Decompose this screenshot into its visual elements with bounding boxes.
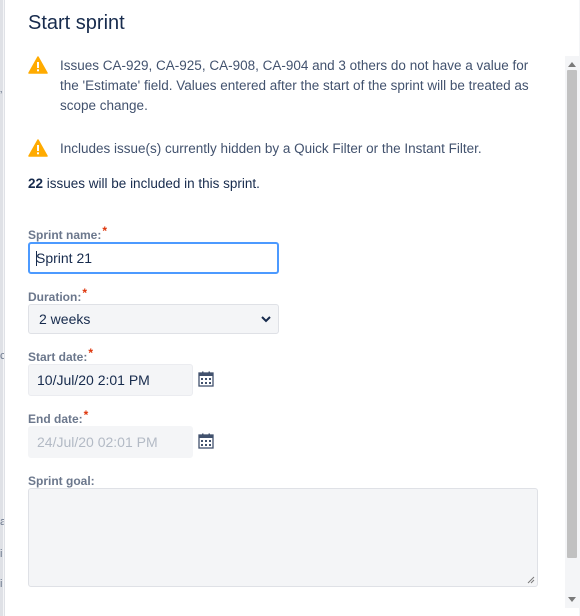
dialog-scrollbar[interactable]: [565, 56, 579, 608]
required-indicator: *: [82, 286, 87, 300]
estimate-warning: Issues CA-929, CA-925, CA-908, CA-904 an…: [28, 56, 548, 116]
sprint-goal-label: Sprint goal:: [28, 474, 95, 488]
required-indicator: *: [102, 224, 108, 238]
filter-warning-text: Includes issue(s) currently hidden by a …: [60, 141, 482, 156]
issue-count: 22: [28, 176, 44, 191]
scroll-up-arrow-icon[interactable]: [568, 62, 576, 67]
start-sprint-dialog: Start sprint Issues CA-929, CA-925, CA-9…: [4, 0, 579, 616]
resize-grip-icon[interactable]: [526, 575, 535, 584]
calendar-icon[interactable]: [198, 371, 214, 387]
start-date-label: Start date:*: [28, 346, 94, 364]
start-date-input[interactable]: 10/Jul/20 2:01 PM: [28, 364, 193, 396]
sprint-goal-textarea[interactable]: [28, 488, 538, 587]
duration-select[interactable]: 2 weeks: [28, 304, 279, 334]
issue-count-text: issues will be included in this sprint.: [43, 176, 260, 191]
dialog-body: Issues CA-929, CA-925, CA-908, CA-904 an…: [5, 48, 565, 616]
issue-count-summary: 22 issues will be included in this sprin…: [28, 176, 260, 191]
dialog-title: Start sprint: [28, 12, 125, 34]
sprint-name-input[interactable]: Sprint 21: [28, 242, 279, 274]
scroll-down-arrow-icon[interactable]: [568, 597, 576, 602]
estimate-warning-text: Issues CA-929, CA-925, CA-908, CA-904 an…: [60, 58, 529, 113]
duration-label: Duration:*: [28, 286, 87, 304]
duration-selected-value: 2 weeks: [39, 311, 91, 327]
end-date-label: End date:*: [28, 408, 89, 426]
calendar-icon[interactable]: [198, 433, 214, 449]
required-indicator: *: [88, 346, 94, 360]
chevron-down-icon: [261, 316, 271, 323]
scrollbar-thumb[interactable]: [567, 70, 577, 558]
sprint-name-value: Sprint 21: [36, 250, 93, 266]
end-date-input[interactable]: 24/Jul/20 02:01 PM: [28, 426, 193, 458]
filter-warning: Includes issue(s) currently hidden by a …: [28, 139, 548, 159]
required-indicator: *: [83, 408, 89, 422]
sprint-name-label: Sprint name:*: [28, 224, 108, 242]
warning-icon: [28, 139, 48, 157]
warning-icon: [28, 56, 48, 74]
